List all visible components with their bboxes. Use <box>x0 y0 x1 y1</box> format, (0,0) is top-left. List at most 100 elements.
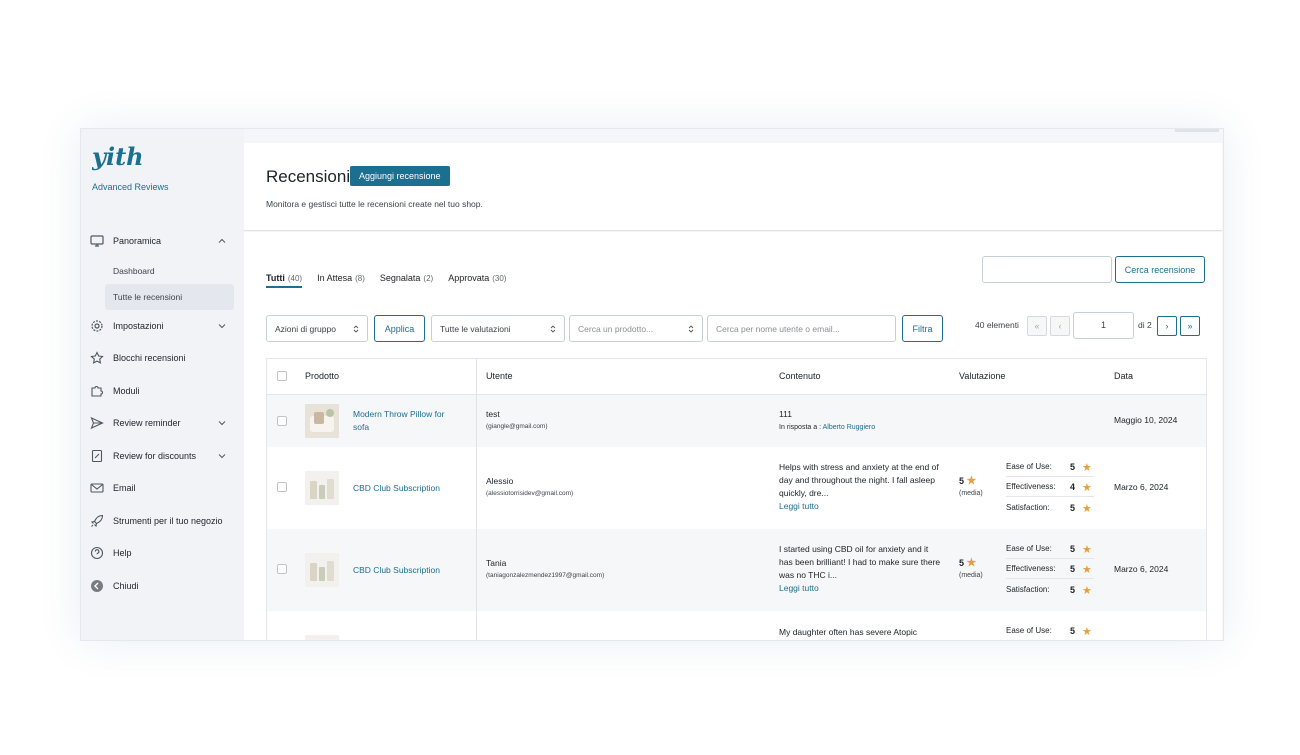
average-rating: 5 ★ <box>959 556 976 569</box>
sidebar-item-label: Strumenti per il tuo negozio <box>113 515 223 526</box>
table-row[interactable]: CBD Club Subscription Alessio (alessioto… <box>267 447 1206 529</box>
ratings-select[interactable]: Tutte le valutazioni <box>431 315 565 342</box>
user-name: Alessio <box>486 476 514 486</box>
apply-button[interactable]: Applica <box>374 315 425 342</box>
criterion-value: 5 <box>1070 544 1076 554</box>
search-input[interactable] <box>982 256 1112 283</box>
sidebar-item-strumenti[interactable]: Strumenti per il tuo negozio <box>81 505 244 538</box>
yith-logo[interactable]: yith <box>91 142 144 173</box>
tab-approvata[interactable]: Approvata (30) <box>448 273 506 288</box>
row-checkbox[interactable] <box>277 564 287 574</box>
product-link[interactable]: CBD Club Subscription <box>353 564 458 577</box>
column-content[interactable]: Contenuto <box>779 371 821 381</box>
column-rating[interactable]: Valutazione <box>959 371 1005 381</box>
current-page-input[interactable]: 1 <box>1073 312 1134 339</box>
first-page-button[interactable]: « <box>1027 316 1047 336</box>
table-header: Prodotto Utente Contenuto Valutazione Da… <box>267 359 1206 395</box>
chevron-down-icon[interactable] <box>218 322 226 330</box>
review-text: Helps with stress and anxiety at the end… <box>779 462 939 498</box>
product-thumbnail[interactable] <box>305 635 339 640</box>
sidebar-item-label: Email <box>113 483 136 494</box>
sidebar-subitem-all-reviews[interactable]: Tutte le recensioni <box>105 283 234 310</box>
product-link[interactable]: CBD Club Subscription <box>353 482 458 495</box>
chevron-down-icon[interactable] <box>218 419 226 427</box>
bulk-actions-select[interactable]: Azioni di gruppo <box>266 315 368 342</box>
product-search-select[interactable]: Cerca un prodotto... <box>569 315 703 342</box>
criterion-label: Effectiveness: <box>1006 482 1056 491</box>
rocket-icon <box>90 514 104 528</box>
review-text: 111 <box>779 409 792 419</box>
row-checkbox[interactable] <box>277 416 287 426</box>
tab-segnalata[interactable]: Segnalata (2) <box>380 273 433 288</box>
product-name: Advanced Reviews <box>92 182 169 192</box>
sidebar-item-panoramica[interactable]: Panoramica <box>81 225 244 258</box>
chevron-down-icon[interactable] <box>218 452 226 460</box>
sidebar-item-label: Review for discounts <box>113 450 197 461</box>
product-link[interactable]: Modern Throw Pillow for sofa <box>353 408 458 434</box>
criterion-label: Ease of Use: <box>1006 462 1052 471</box>
criterion-ease-of-use: Ease of Use: 5 ★ <box>1006 462 1094 474</box>
product-thumbnail[interactable] <box>305 553 339 587</box>
sidebar-item-help[interactable]: Help <box>81 537 244 570</box>
average-rating-label: (media) <box>959 572 983 579</box>
column-user[interactable]: Utente <box>486 371 513 381</box>
star-icon: ★ <box>966 475 977 487</box>
tab-tutti[interactable]: Tutti (40) <box>266 273 303 288</box>
user-search-input[interactable]: Cerca per nome utente o email... <box>707 315 896 342</box>
mail-icon <box>90 481 104 495</box>
sidebar-item-review-for-discounts[interactable]: Review for discounts <box>81 440 244 473</box>
select-all-checkbox[interactable] <box>277 371 287 381</box>
star-icon: ★ <box>1082 544 1092 556</box>
criterion-label: Ease of Use: <box>1006 544 1052 553</box>
star-icon: ★ <box>1082 564 1092 576</box>
table-row[interactable]: My daughter often has severe Atopic Ease… <box>267 611 1206 640</box>
last-page-button[interactable]: » <box>1180 316 1200 336</box>
product-thumbnail[interactable] <box>305 471 339 505</box>
reply-author-link[interactable]: Alberto Ruggiero <box>823 424 876 431</box>
column-product[interactable]: Prodotto <box>305 371 339 381</box>
user-email: (taniagonzalezmendez1997@gmail.com) <box>486 572 605 579</box>
table-row[interactable]: CBD Club Subscription Tania (taniagonzal… <box>267 529 1206 611</box>
product-thumbnail[interactable] <box>305 404 339 438</box>
chevron-up-icon[interactable] <box>218 237 226 245</box>
review-text: My daughter often has severe Atopic <box>779 627 917 637</box>
star-icon: ★ <box>1082 503 1092 515</box>
table-row[interactable]: Modern Throw Pillow for sofa test (giang… <box>267 395 1206 447</box>
star-icon: ★ <box>1082 626 1092 638</box>
row-checkbox[interactable] <box>277 482 287 492</box>
sidebar-item-chiudi[interactable]: Chiudi <box>81 570 244 603</box>
add-review-button[interactable]: Aggiungi recensione <box>350 166 450 186</box>
page-subtitle: Monitora e gestisci tutte le recensioni … <box>266 199 483 209</box>
sidebar-item-review-reminder[interactable]: Review reminder <box>81 407 244 440</box>
tab-count: (40) <box>287 274 303 283</box>
tab-count: (2) <box>423 274 434 283</box>
sidebar-item-impostazioni[interactable]: Impostazioni <box>81 310 244 343</box>
review-content: Helps with stress and anxiety at the end… <box>779 461 941 513</box>
sidebar-item-moduli[interactable]: Moduli <box>81 375 244 408</box>
sidebar-item-email[interactable]: Email <box>81 472 244 505</box>
items-count: 40 elementi <box>975 320 1019 330</box>
sidebar-item-label: Panoramica <box>113 236 162 247</box>
criterion-value: 5 <box>1070 564 1076 574</box>
criterion-value: 5 <box>1070 503 1076 513</box>
total-pages: di 2 <box>1138 320 1152 330</box>
filter-button[interactable]: Filtra <box>902 315 943 342</box>
read-more-link[interactable]: Leggi tutto <box>779 583 819 593</box>
criterion-value: 4 <box>1070 482 1076 492</box>
sidebar-item-label: Impostazioni <box>113 320 164 331</box>
criterion-ease-of-use: Ease of Use: 5 ★ <box>1006 626 1094 638</box>
sidebar-subitem-dashboard[interactable]: Dashboard <box>81 258 244 284</box>
select-arrows-icon <box>688 325 694 333</box>
star-icon: ★ <box>1082 585 1092 597</box>
sidebar-item-label: Help <box>113 548 132 559</box>
tab-count: (8) <box>355 274 365 283</box>
read-more-link[interactable]: Leggi tutto <box>779 501 819 511</box>
puzzle-icon <box>90 384 104 398</box>
search-reviews-button[interactable]: Cerca recensione <box>1115 256 1205 283</box>
tab-in-attesa[interactable]: In Attesa (8) <box>317 273 365 288</box>
column-date[interactable]: Data <box>1114 371 1133 381</box>
sidebar-item-blocchi-recensioni[interactable]: Blocchi recensioni <box>81 342 244 375</box>
review-content: My daughter often has severe Atopic <box>779 626 941 639</box>
next-page-button[interactable]: › <box>1157 316 1177 336</box>
prev-page-button[interactable]: ‹ <box>1050 316 1070 336</box>
